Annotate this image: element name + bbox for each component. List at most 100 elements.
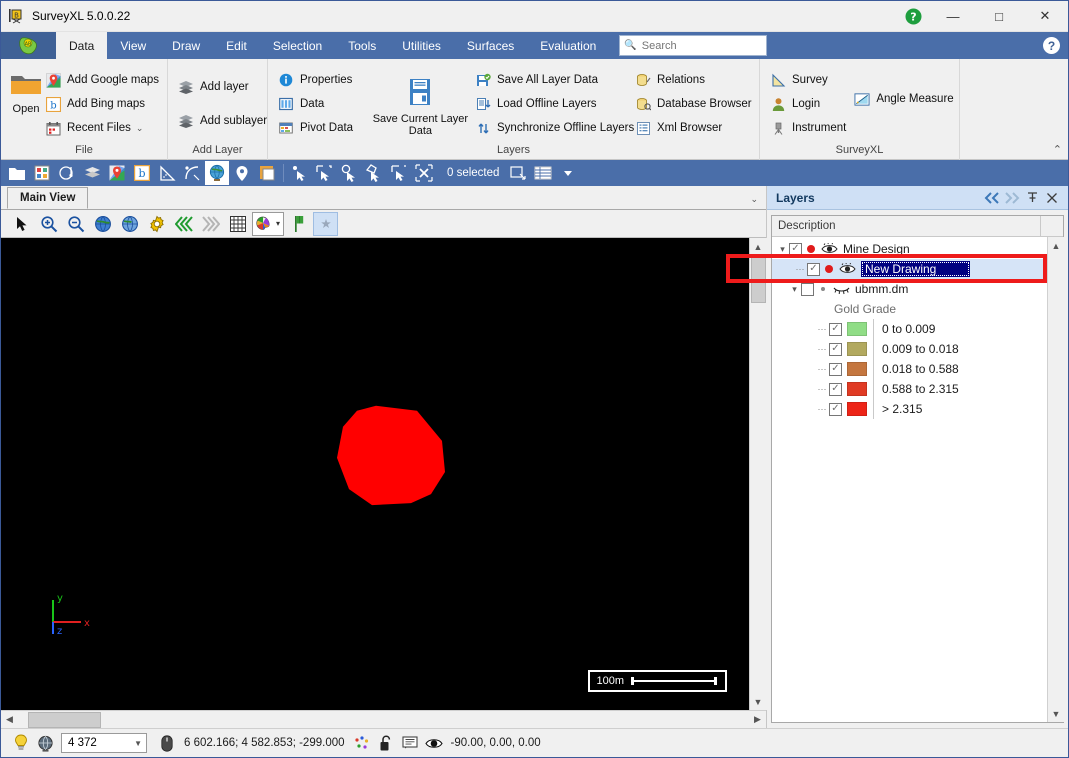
- add-layer-button[interactable]: Add layer: [176, 75, 273, 99]
- search-input[interactable]: [639, 38, 763, 53]
- qt-palette-settings-icon[interactable]: [55, 161, 79, 185]
- legend-row[interactable]: ⋯ ✓ 0.018 to 0.588: [772, 359, 1047, 379]
- tab-selection[interactable]: Selection: [260, 32, 335, 59]
- globe-grey-icon[interactable]: [33, 732, 57, 754]
- load-offline-layers-button[interactable]: Load Offline Layers: [473, 92, 633, 116]
- gear-yellow-icon[interactable]: [144, 212, 169, 236]
- search-box[interactable]: 🔍: [619, 35, 768, 56]
- qt-google-maps-pin-icon[interactable]: [105, 161, 129, 185]
- tab-data[interactable]: Data: [56, 32, 108, 59]
- qt-selection-window-icon[interactable]: [506, 161, 530, 185]
- login-button[interactable]: Login: [768, 92, 852, 116]
- qt-window-icon[interactable]: [255, 161, 279, 185]
- layers-tree[interactable]: ▾ ✓ Mine Design ⋯ ✓ New Drawing ▾ ubmm.d…: [772, 237, 1047, 722]
- relations-button[interactable]: Relations: [633, 68, 753, 92]
- legend-row[interactable]: ⋯ ✓ > 2.315: [772, 399, 1047, 419]
- green-help-icon[interactable]: ?: [896, 1, 930, 32]
- tab-utilities[interactable]: Utilities: [389, 32, 454, 59]
- collapse-left-icon[interactable]: [982, 188, 1002, 208]
- chevron-down-icon[interactable]: ⌄: [136, 123, 144, 134]
- tab-view[interactable]: View: [107, 32, 159, 59]
- layers-vscroll-track[interactable]: [1048, 254, 1064, 705]
- qt-clear-selection-icon[interactable]: [412, 161, 436, 185]
- save-current-layer-data-button[interactable]: Save Current Layer Data: [368, 65, 473, 143]
- arrow-cursor-icon[interactable]: [9, 212, 34, 236]
- eye-view-icon[interactable]: [422, 732, 446, 754]
- minimize-button[interactable]: —: [930, 1, 976, 32]
- tooltip-icon[interactable]: [398, 732, 422, 754]
- close-icon[interactable]: [1042, 188, 1062, 208]
- tab-tools[interactable]: Tools: [335, 32, 389, 59]
- tab-draw[interactable]: Draw: [159, 32, 213, 59]
- flag-green-icon[interactable]: [286, 212, 311, 236]
- viewport-horizontal-scrollbar[interactable]: ◀ ▶: [1, 710, 766, 728]
- legend-row[interactable]: ⋯ ✓ 0.009 to 0.018: [772, 339, 1047, 359]
- legend-checkbox[interactable]: ✓: [829, 322, 842, 336]
- legend-row[interactable]: ⋯ ✓ 0.588 to 2.315: [772, 379, 1047, 399]
- tab-main-view[interactable]: Main View: [7, 187, 89, 209]
- qt-bing-maps-icon[interactable]: b: [130, 161, 154, 185]
- hscroll-thumb[interactable]: [28, 712, 101, 728]
- maximize-button[interactable]: □: [976, 1, 1022, 32]
- legend-checkbox[interactable]: ✓: [829, 342, 842, 356]
- layers-scroll-up-arrow[interactable]: ▲: [1048, 237, 1064, 254]
- pivot-data-button[interactable]: Pivot Data: [276, 116, 368, 140]
- tab-surfaces[interactable]: Surfaces: [454, 32, 527, 59]
- qt-select-polygon-icon[interactable]: [362, 161, 386, 185]
- color-palette-icon[interactable]: ▾: [252, 211, 284, 236]
- eye-closed-icon[interactable]: [833, 283, 850, 296]
- qt-angle-ruler-icon[interactable]: [155, 161, 179, 185]
- pin-icon[interactable]: [1022, 188, 1042, 208]
- zoom-in-icon[interactable]: [36, 212, 61, 236]
- close-button[interactable]: ✕: [1022, 1, 1068, 32]
- add-google-maps-button[interactable]: Add Google maps: [43, 68, 165, 92]
- legend-checkbox[interactable]: ✓: [829, 382, 842, 396]
- star-icon[interactable]: [313, 211, 338, 236]
- ribbon-help-icon[interactable]: ?: [1043, 37, 1060, 54]
- expand-collapse-icon[interactable]: ▾: [776, 244, 789, 255]
- qt-report-icon[interactable]: [30, 161, 54, 185]
- scroll-right-arrow[interactable]: ▶: [749, 711, 766, 728]
- snap-points-icon[interactable]: [350, 732, 374, 754]
- scroll-left-arrow[interactable]: ◀: [1, 711, 18, 728]
- qt-selection-list-icon[interactable]: [531, 161, 555, 185]
- tab-edit[interactable]: Edit: [213, 32, 260, 59]
- eye-open-icon[interactable]: [839, 263, 856, 276]
- angle-measure-button[interactable]: Angle Measure: [852, 87, 957, 111]
- color-palette-caret-icon[interactable]: ▾: [276, 219, 280, 228]
- vscroll-thumb[interactable]: [750, 257, 766, 303]
- qt-layers-stack-icon[interactable]: [80, 161, 104, 185]
- layers-vertical-scrollbar[interactable]: ▲ ▼: [1047, 237, 1064, 722]
- grid-icon[interactable]: [225, 212, 250, 236]
- expand-right-icon[interactable]: [1002, 188, 1022, 208]
- app-menu-button[interactable]: AB: [1, 32, 56, 59]
- scroll-up-arrow[interactable]: ▲: [749, 238, 767, 255]
- properties-button[interactable]: Properties: [276, 68, 368, 92]
- visibility-checkbox[interactable]: ✓: [807, 262, 820, 276]
- add-sublayer-button[interactable]: Add sublayer: [176, 109, 273, 133]
- rewind-green-icon[interactable]: [171, 212, 196, 236]
- recent-files-button[interactable]: Recent Files ⌄: [43, 116, 165, 140]
- add-bing-maps-button[interactable]: b Add Bing maps: [43, 92, 165, 116]
- zoom-out-icon[interactable]: [63, 212, 88, 236]
- legend-checkbox[interactable]: ✓: [829, 402, 842, 416]
- qt-deselect-rect-icon[interactable]: [387, 161, 411, 185]
- data-button[interactable]: Data: [276, 92, 368, 116]
- vscroll-track[interactable]: [749, 255, 767, 693]
- tree-label-new-drawing[interactable]: New Drawing: [861, 261, 971, 277]
- globe-blue-icon[interactable]: [90, 212, 115, 236]
- eye-open-icon[interactable]: [821, 243, 838, 256]
- layers-scroll-down-arrow[interactable]: ▼: [1048, 705, 1064, 722]
- xml-browser-button[interactable]: Xml Browser: [633, 116, 753, 140]
- forward-grey-icon[interactable]: [198, 212, 223, 236]
- open-button[interactable]: Open: [9, 65, 43, 143]
- qt-open-folder-icon[interactable]: [5, 161, 29, 185]
- chevron-down-icon[interactable]: ▼: [134, 739, 142, 748]
- ribbon-collapse-icon[interactable]: ⌃: [1053, 143, 1062, 156]
- qt-dropdown-caret-icon[interactable]: [556, 161, 580, 185]
- globe-rotate-icon[interactable]: [117, 212, 142, 236]
- synchronize-offline-layers-button[interactable]: Synchronize Offline Layers: [473, 116, 634, 140]
- qt-map-marker-icon[interactable]: [230, 161, 254, 185]
- qt-select-point-icon[interactable]: [287, 161, 311, 185]
- light-bulb-icon[interactable]: [9, 732, 33, 754]
